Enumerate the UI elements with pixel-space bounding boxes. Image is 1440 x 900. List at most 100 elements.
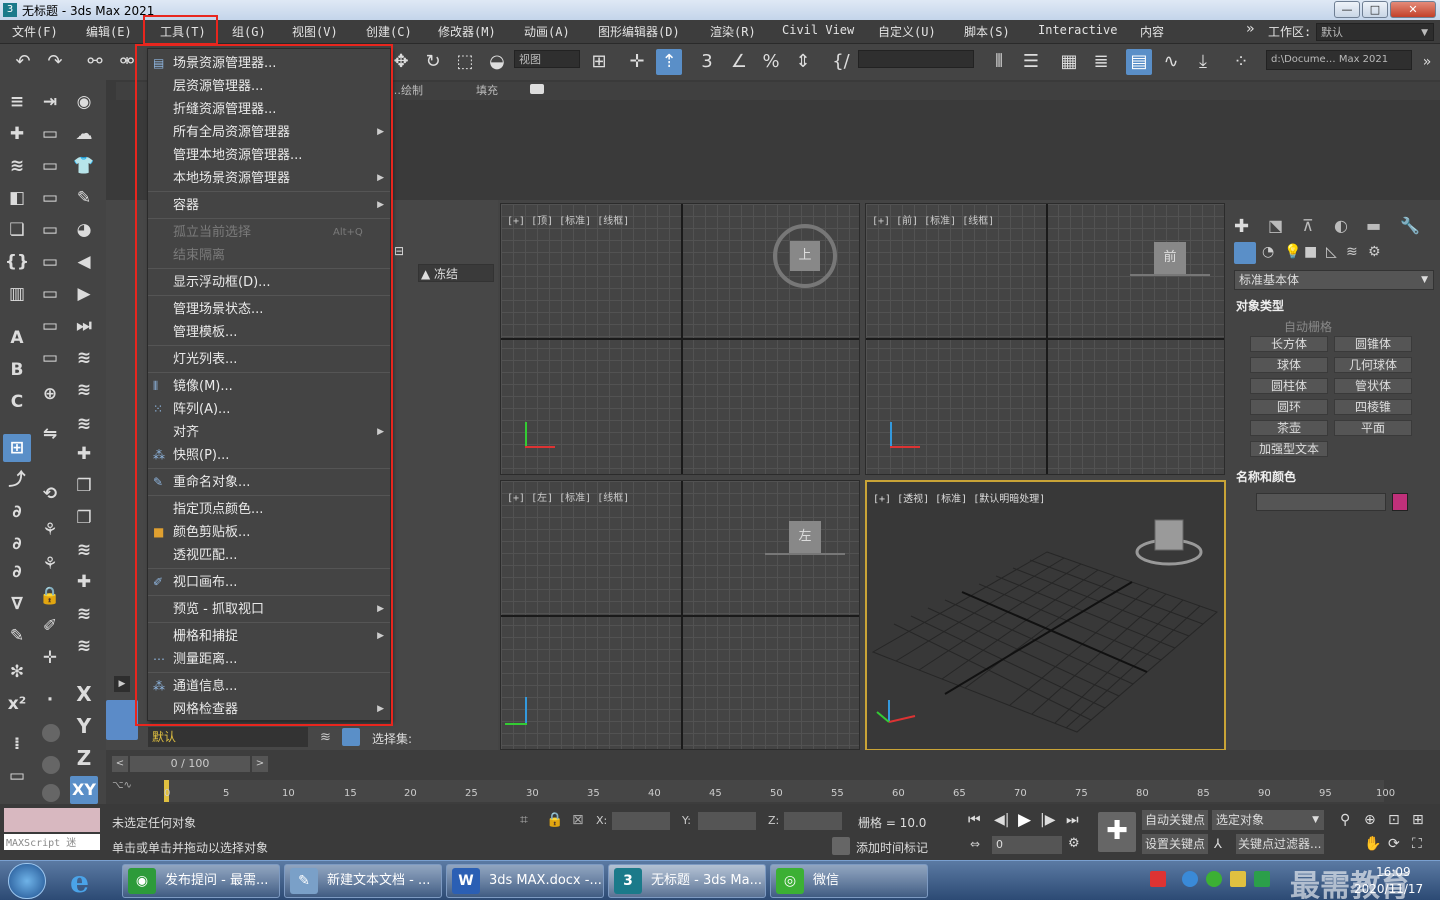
taskbar-item-3dsmax[interactable]: 3 无标题 - 3ds Ma...	[608, 864, 766, 898]
maximize-viewport-icon[interactable]: ⛶	[1412, 836, 1422, 852]
time-slider[interactable]: 0 / 100	[130, 756, 250, 772]
stack-layers-3-icon[interactable]: ≋	[70, 410, 98, 438]
select-object-icon[interactable]: ◧	[3, 184, 31, 212]
menu-interactive[interactable]: Interactive	[1038, 23, 1117, 37]
layer-hide-icon[interactable]: ▭	[36, 184, 64, 212]
fabric-icon[interactable]: ⚘	[36, 550, 64, 578]
spacewarps-icon[interactable]: ≋	[1346, 244, 1358, 260]
path-tool-icon[interactable]: ⤴	[3, 466, 31, 494]
goto-start-icon[interactable]: ⏮	[968, 812, 981, 828]
layers-toggle-icon[interactable]: ≋	[320, 730, 331, 745]
minimize-button[interactable]: —	[1334, 1, 1360, 18]
textplus-button[interactable]: 加强型文本	[1250, 441, 1328, 457]
viewport-top[interactable]: [+] [顶] [标准] [线框] 上	[500, 203, 860, 475]
pivot-icon[interactable]: ⊞	[586, 49, 612, 75]
import-icon[interactable]: ⇥	[36, 88, 64, 116]
placement-icon[interactable]: ◒	[484, 49, 510, 75]
scene-explorer-options-icon[interactable]: ⊟	[394, 244, 404, 258]
start-button[interactable]	[8, 863, 46, 899]
menu-animation[interactable]: 动画(A)	[524, 23, 570, 40]
page-2-icon[interactable]: ❐	[70, 504, 98, 532]
menu-create[interactable]: 创建(C)	[366, 23, 412, 40]
add-node-icon[interactable]: ✚	[70, 440, 98, 468]
clock-date[interactable]: 2020/11/17	[1354, 882, 1423, 896]
named-selection-icon[interactable]: {/	[828, 49, 854, 75]
sphere-button[interactable]: 球体	[1250, 357, 1328, 373]
taskbar-item-word[interactable]: W 3ds MAX.docx -...	[446, 864, 604, 898]
ie-icon[interactable]: e	[70, 865, 106, 900]
menu-civil-view[interactable]: Civil View	[782, 23, 854, 37]
viewcube-front[interactable]: 前	[1154, 242, 1186, 274]
layer-render-icon[interactable]: ▭	[36, 248, 64, 276]
tray-sogou-icon[interactable]	[1150, 871, 1166, 887]
brace-icon[interactable]: {}	[3, 248, 31, 276]
taskbar-item-wechat[interactable]: ◎ 微信	[770, 864, 928, 898]
axis-z-button[interactable]: Z	[70, 744, 98, 772]
object-color-swatch[interactable]	[1392, 493, 1408, 511]
curve-toggle-icon[interactable]: ⌥∿	[112, 780, 152, 800]
taskbar-item-browser[interactable]: ◉ 发布提问 - 最需...	[122, 864, 280, 898]
layer-props-icon[interactable]: ▭	[36, 280, 64, 308]
modify-tab-icon[interactable]: ⬔	[1268, 216, 1283, 235]
circle-icon-3[interactable]	[42, 784, 60, 802]
tube-button[interactable]: 管状体	[1334, 378, 1412, 394]
menu-graph-editors[interactable]: 图形编辑器(D)	[598, 23, 680, 40]
letter-a-icon[interactable]: A	[3, 324, 31, 352]
menu-scripting[interactable]: 脚本(S)	[964, 23, 1010, 40]
keyboard-shortcut-override-icon[interactable]: ⇡	[656, 49, 682, 75]
toggle-ribbon-icon[interactable]: ▤	[1126, 49, 1152, 75]
link-icon[interactable]: ⚯	[82, 49, 108, 75]
select-manipulate-icon[interactable]: ✛	[624, 49, 650, 75]
key-filter-icon[interactable]: ⅄	[1214, 837, 1222, 852]
ribbon-tab-paint[interactable]: …绘制	[390, 82, 423, 98]
tray-network-icon[interactable]	[1182, 871, 1198, 887]
snaps-toggle-icon[interactable]: 3	[694, 49, 720, 75]
name-color-header[interactable]: 名称和颜色	[1236, 468, 1432, 485]
motion-tab-icon[interactable]: ◐	[1334, 216, 1348, 235]
box-button[interactable]: 长方体	[1250, 336, 1328, 352]
toolbar-overflow-icon[interactable]: »	[1414, 49, 1440, 75]
named-selection-combo[interactable]	[858, 50, 974, 68]
project-path-combo[interactable]: d:\Docume… Max 2021	[1266, 50, 1412, 70]
viewport-top-label[interactable]: [+] [顶] [标准] [线框]	[507, 212, 629, 227]
menu-view[interactable]: 视图(V)	[292, 23, 338, 40]
layer-select[interactable]: 默认	[148, 727, 308, 747]
angle-snap-icon[interactable]: ∠	[726, 49, 752, 75]
dot-icon-1[interactable]: ·	[36, 686, 64, 714]
layer-tool-icon[interactable]: ⊕	[36, 380, 64, 408]
rotate-gizmo-icon[interactable]: ⟲	[36, 480, 64, 508]
maximize-button[interactable]: □	[1362, 1, 1388, 18]
undo-icon[interactable]: ↶	[10, 49, 36, 75]
display-tab-icon[interactable]: ▬	[1366, 216, 1381, 235]
set-key-button[interactable]: 设置关键点	[1142, 834, 1208, 854]
circle-icon-1[interactable]	[42, 724, 60, 742]
stack-layers-2-icon[interactable]: ≋	[70, 376, 98, 404]
isolate-icon[interactable]: ⌗	[520, 812, 528, 828]
axis-y-button[interactable]: Y	[70, 712, 98, 740]
percent-snap-icon[interactable]: %	[758, 49, 784, 75]
close-button[interactable]: ✕	[1390, 1, 1436, 18]
cone-button[interactable]: 圆锥体	[1334, 336, 1412, 352]
auto-key-button[interactable]: 自动关键点	[1142, 810, 1208, 830]
redo-icon[interactable]: ↷	[42, 49, 68, 75]
paint-select-icon[interactable]: ✎	[3, 622, 31, 650]
play-forward-icon[interactable]: ▶	[70, 280, 98, 308]
tray-wechat-icon[interactable]	[1206, 871, 1222, 887]
maxscript-listener[interactable]	[4, 808, 100, 832]
dotted-grid-icon[interactable]: ⁞	[3, 730, 31, 758]
utilities-tab-icon[interactable]: 🔧	[1400, 216, 1420, 235]
clock-time[interactable]: 16:09	[1376, 865, 1411, 879]
viewport-front-label[interactable]: [+] [前] [标准] [线框]	[872, 212, 994, 227]
schematic-view-icon[interactable]: ⤓	[1190, 49, 1216, 75]
cloud-icon[interactable]: ☁	[70, 120, 98, 148]
panel-icon[interactable]: ▥	[3, 280, 31, 308]
taskbar-item-notepad[interactable]: ✎ 新建文本文档 - ...	[284, 864, 442, 898]
add-2-icon[interactable]: ✚	[70, 568, 98, 596]
lock-icon[interactable]: 🔒	[36, 582, 64, 610]
lock-selection-icon[interactable]: 🔒	[546, 812, 563, 828]
layer-bones-icon[interactable]: ▭	[36, 344, 64, 372]
tray-app-icon[interactable]	[1230, 871, 1246, 887]
prev-frame-icon[interactable]: ◀|	[994, 812, 1009, 828]
spinner-snap-icon[interactable]: ⇕	[790, 49, 816, 75]
set-key-big-icon[interactable]: ✚	[1098, 812, 1136, 852]
